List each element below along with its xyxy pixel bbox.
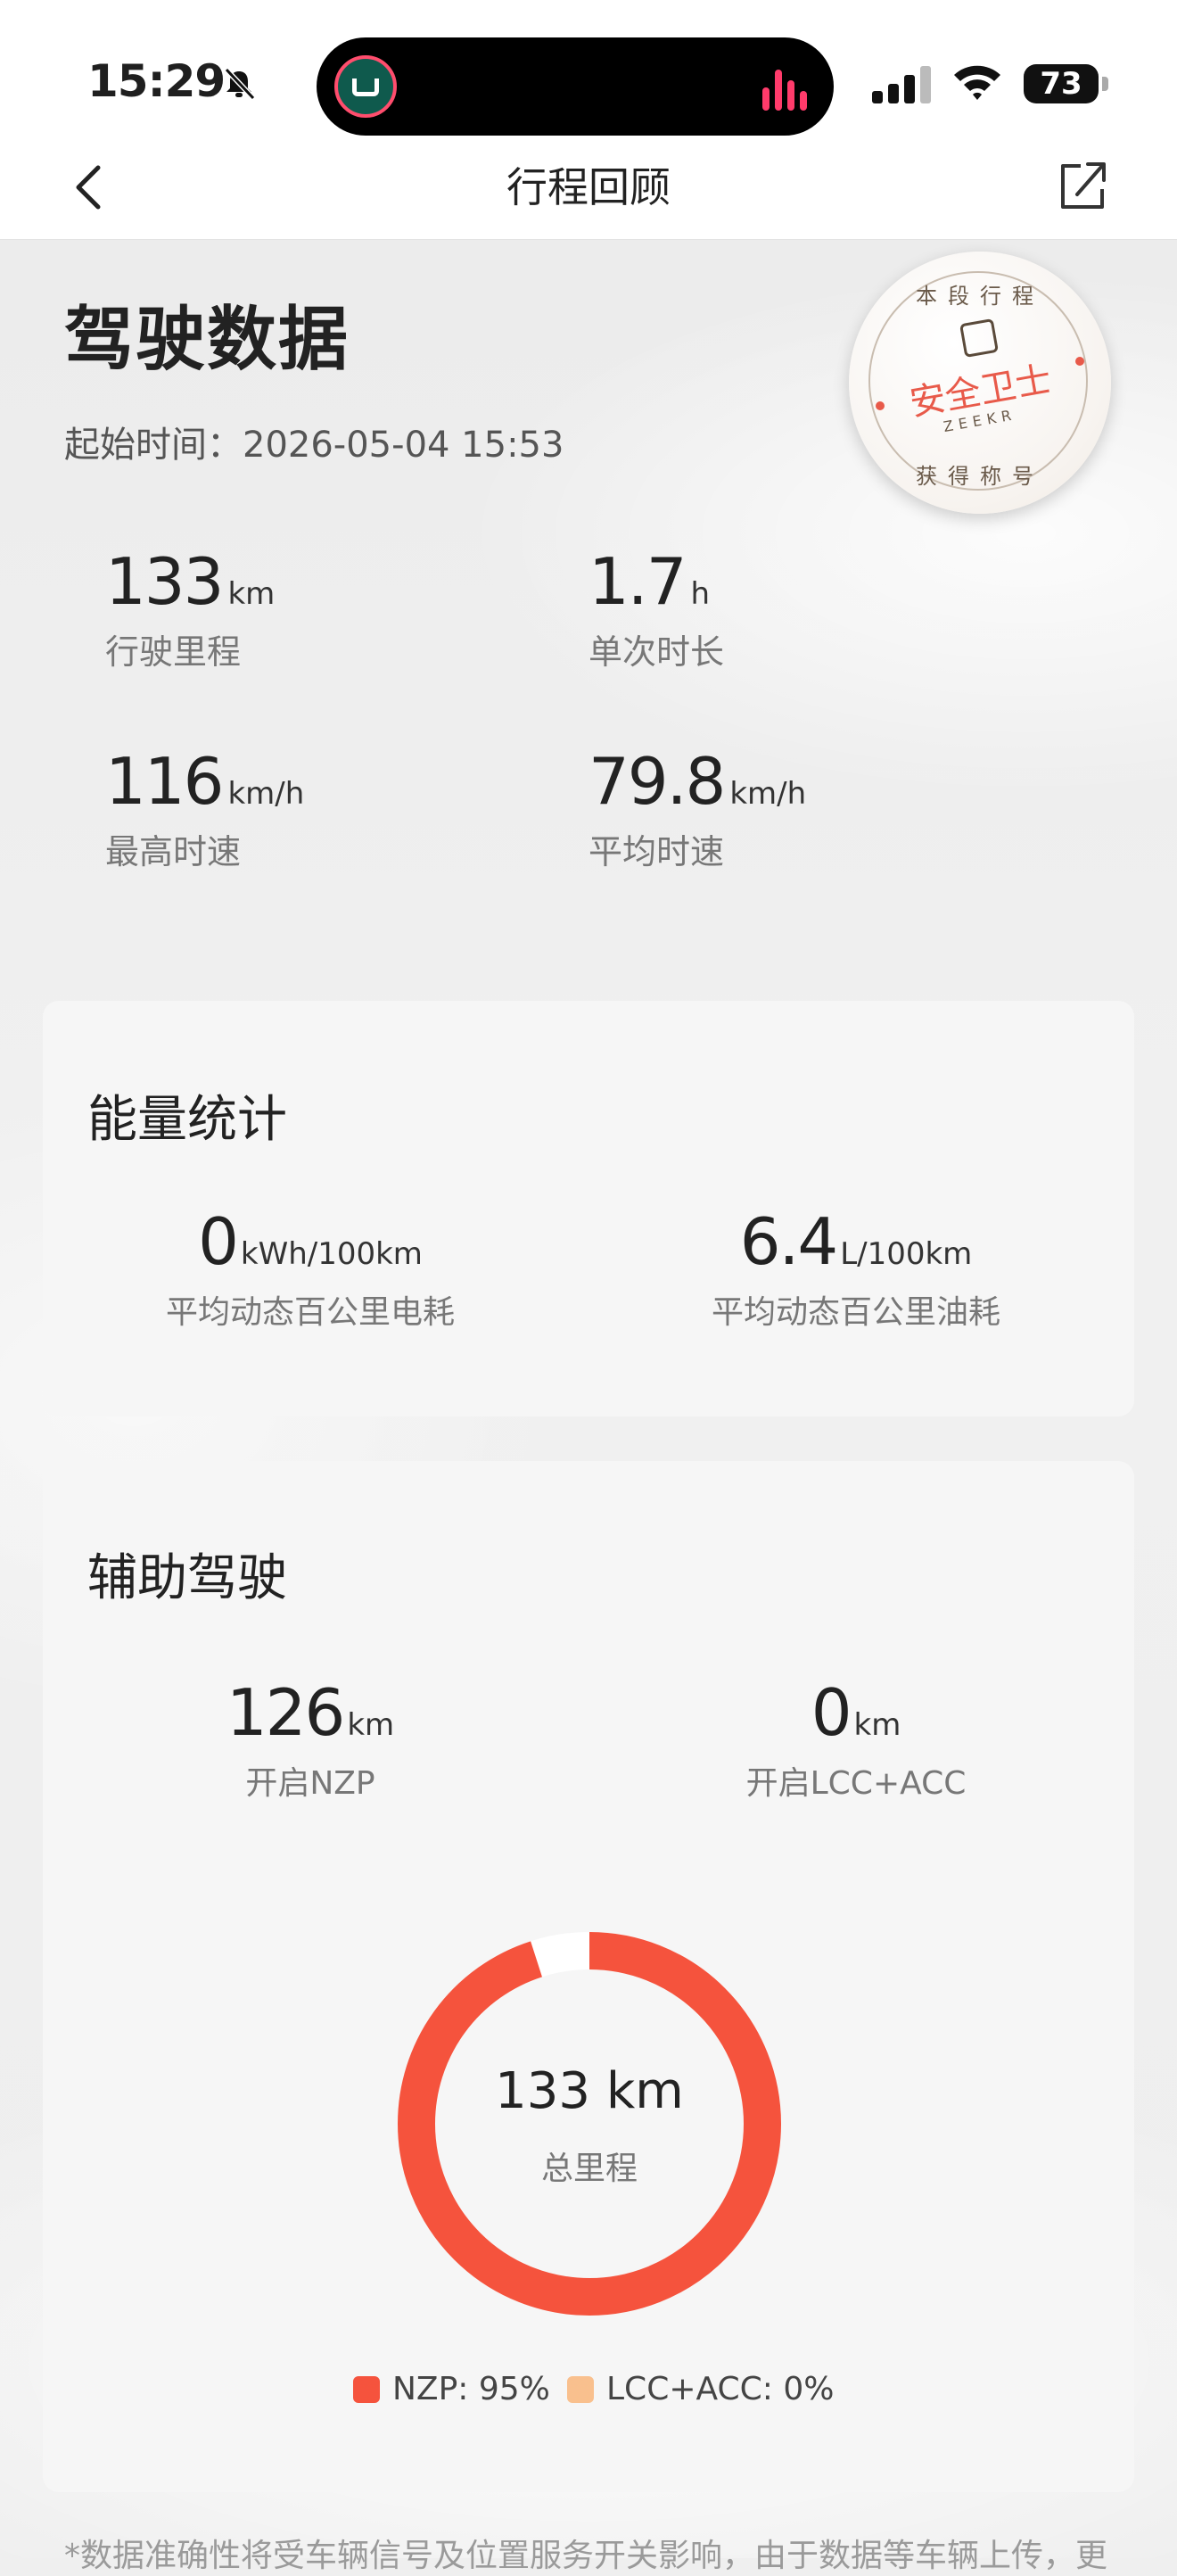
share-export-icon[interactable] [1054, 152, 1107, 216]
footnote: *数据准确性将受车辆信号及位置服务开关影响，由于数据等车辆上传，更 [64, 2538, 1108, 2574]
stat-unit: h [690, 576, 711, 612]
achievement-badge[interactable]: 本段行程 安全卫士 ZEEKR 获得称号 [849, 252, 1111, 514]
donut-center-label: 总里程 [540, 2151, 638, 2187]
energy-label: 平均动态百公里电耗 [165, 1294, 455, 1331]
status-bar: 15:29 73 [0, 0, 1177, 143]
audio-bars-icon [762, 64, 807, 111]
badge-bottom-text: 获得称号 [916, 464, 1044, 489]
legend-text: LCC+ACC: 0% [606, 2371, 835, 2407]
legend-item-lcc-acc: LCC+ACC: 0% [567, 2371, 834, 2407]
assist-value: 126 [226, 1675, 345, 1750]
energy-card-title: 能量统计 [87, 1091, 287, 1149]
legend-swatch-nzp [353, 2376, 380, 2403]
legend-text: NZP: 95% [392, 2371, 550, 2407]
start-time-label: 起始时间： [64, 425, 243, 466]
stat-value: 79.8 [588, 744, 726, 819]
badge-top-text: 本段行程 [916, 284, 1044, 309]
battery-tip [1102, 77, 1108, 91]
assist-card-title: 辅助驾驶 [87, 1549, 287, 1607]
stat-unit: km/h [227, 776, 305, 812]
cellular-signal-icon [872, 62, 933, 103]
stat-label: 单次时长 [588, 632, 725, 672]
battery-indicator: 73 [1024, 64, 1099, 103]
assist-stat-lcc-acc: 0 km 开启LCC+ACC [651, 1675, 1061, 1804]
bell-muted-icon [224, 67, 256, 101]
donut-segment-nzp [398, 1932, 781, 2316]
badge-dot [876, 401, 885, 410]
stat-label: 最高时速 [105, 832, 242, 871]
page-title: 行程回顾 [506, 163, 671, 211]
stat-value: 1.7 [588, 544, 687, 619]
energy-value: 0 [198, 1204, 239, 1279]
assist-stat-nzp: 126 km 开启NZP [105, 1675, 515, 1804]
section-title-driving-data: 驾驶数据 [64, 300, 350, 380]
energy-unit: L/100km [840, 1236, 973, 1272]
stat-distance: 133 km 行驶里程 [105, 544, 275, 673]
status-time: 15:29 [87, 55, 226, 107]
start-time: 起始时间：2026-05-04 15:53 [64, 416, 564, 467]
stat-label: 平均时速 [588, 832, 725, 871]
energy-label: 平均动态百公里油耗 [711, 1294, 1000, 1331]
app-activity-icon [334, 55, 397, 118]
badge-logo-icon [959, 318, 1000, 359]
stat-unit: km [227, 576, 276, 612]
donut-center-value: 133 km [495, 2062, 684, 2120]
energy-unit: kWh/100km [240, 1236, 423, 1272]
energy-stat-fuel: 6.4 L/100km 平均动态百公里油耗 [651, 1204, 1061, 1333]
navigation-bar: 行程回顾 [0, 143, 1177, 240]
legend-swatch-lcc-acc [567, 2376, 594, 2403]
assist-unit: km [347, 1707, 395, 1743]
energy-value: 6.4 [739, 1204, 839, 1279]
stat-value: 133 [105, 544, 224, 619]
stat-duration: 1.7 h 单次时长 [588, 544, 724, 673]
dynamic-island[interactable] [317, 37, 834, 136]
mileage-donut-chart [398, 1932, 781, 2316]
legend-item-nzp: NZP: 95% [353, 2371, 550, 2407]
stat-label: 行驶里程 [105, 632, 242, 672]
energy-card: 能量统计 0 kWh/100km 平均动态百公里电耗 6.4 L/100km 平均动… [43, 1001, 1134, 1416]
energy-stat-electric: 0 kWh/100km 平均动态百公里电耗 [105, 1204, 515, 1333]
wifi-icon [954, 65, 1000, 100]
stat-max-speed: 116 km/h 最高时速 [105, 744, 304, 873]
assist-unit: km [853, 1707, 901, 1743]
assist-label: 开启LCC+ACC [745, 1765, 967, 1802]
stat-unit: km/h [729, 776, 807, 812]
assist-label: 开启NZP [245, 1765, 375, 1802]
stat-avg-speed: 79.8 km/h 平均时速 [588, 744, 806, 873]
badge-dot [1075, 357, 1084, 366]
stat-value: 116 [105, 744, 224, 819]
assist-value: 0 [811, 1675, 852, 1750]
start-time-value: 2026-05-04 15:53 [243, 425, 564, 466]
